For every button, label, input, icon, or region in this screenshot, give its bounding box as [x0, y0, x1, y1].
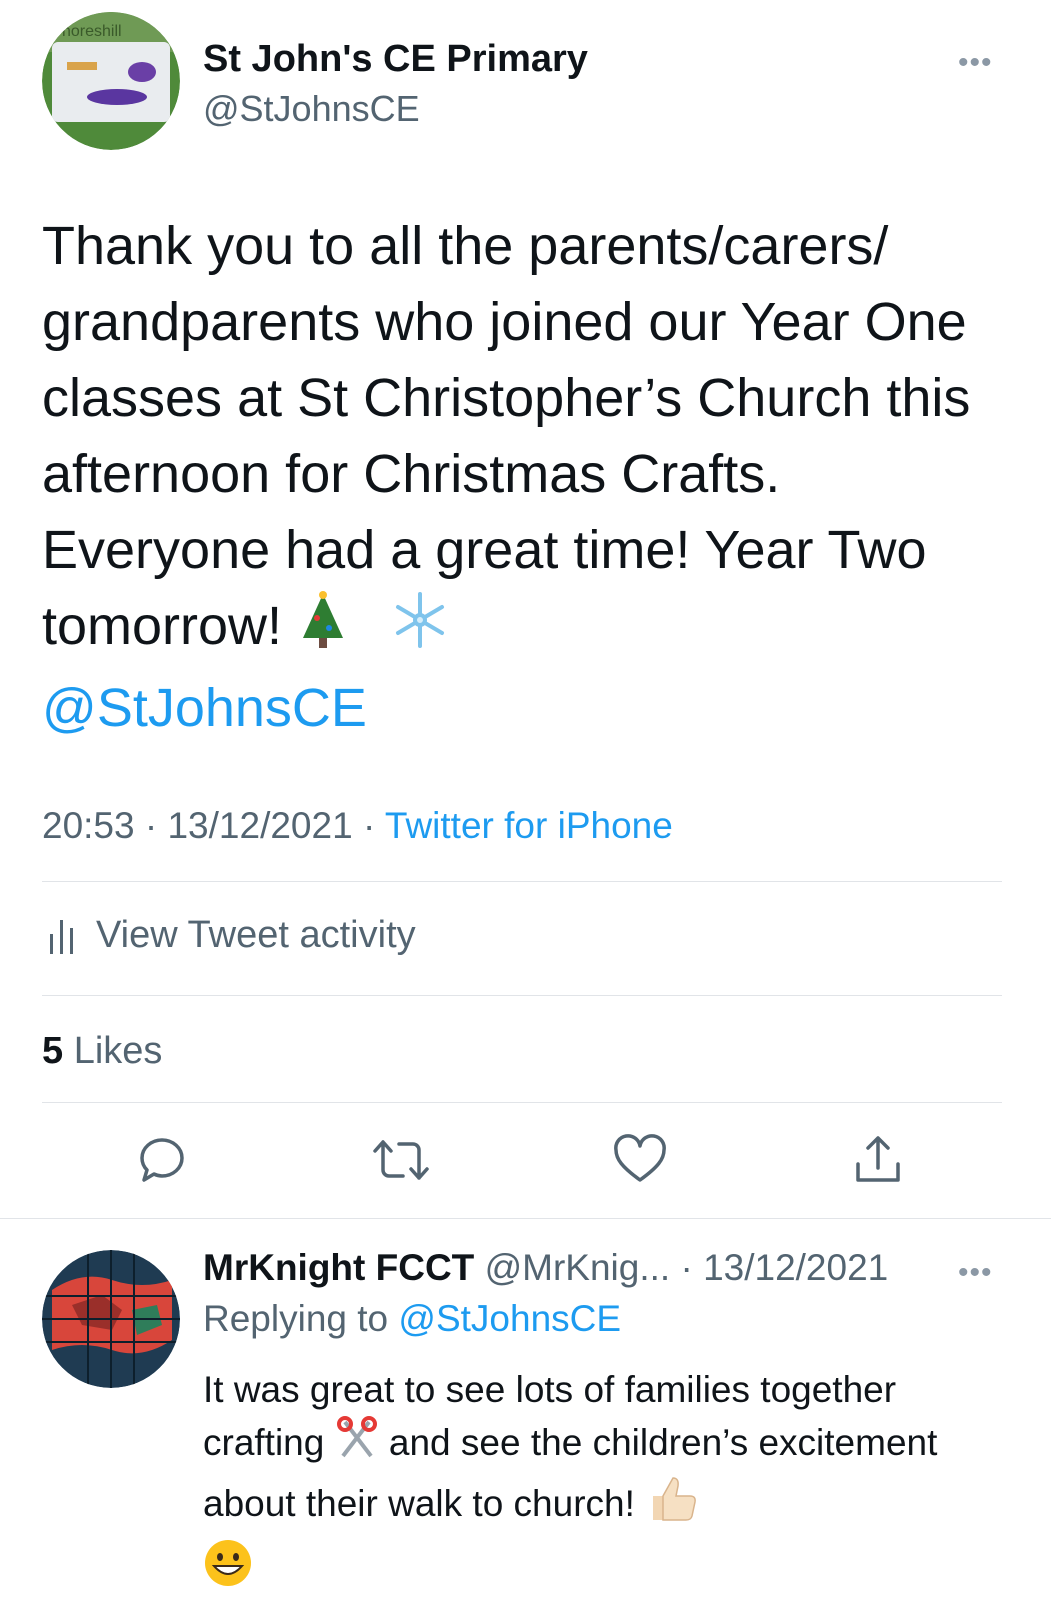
reply-author-avatar[interactable]	[42, 1250, 180, 1388]
reply-text: It was great to see lots of families tog…	[203, 1364, 1003, 1602]
meta-separator: ·	[362, 805, 376, 846]
replying-to: Replying to @StJohnsCE	[203, 1298, 621, 1340]
grinning-face-icon	[203, 1538, 253, 1602]
divider	[42, 1102, 1002, 1103]
reply-author-handle[interactable]: @MrKnig...	[485, 1247, 671, 1288]
likes-count: 5	[42, 1030, 64, 1072]
more-options-icon[interactable]: •••	[958, 48, 993, 78]
retweet-icon[interactable]	[366, 1125, 436, 1195]
divider	[42, 881, 1002, 882]
divider	[0, 1218, 1051, 1219]
divider	[42, 995, 1002, 996]
reply-separator: ·	[680, 1247, 693, 1288]
reply-more-options-icon[interactable]: •••	[958, 1258, 993, 1288]
replying-prefix: Replying to	[203, 1298, 389, 1339]
tweet-meta: 20:53 · 13/12/2021 · Twitter for iPhone	[42, 805, 673, 847]
view-activity-label: View Tweet activity	[96, 914, 416, 956]
view-activity-button[interactable]: View Tweet activity	[48, 914, 416, 957]
reply-header: MrKnight FCCT @MrKnig... · 13/12/2021	[203, 1247, 888, 1289]
author-handle[interactable]: @StJohnsCE	[203, 88, 420, 130]
replying-mention-link[interactable]: @StJohnsCE	[398, 1298, 621, 1339]
reply-icon[interactable]	[127, 1125, 197, 1195]
analytics-icon	[50, 919, 73, 954]
thumbs-up-icon	[645, 1474, 697, 1538]
school-badge-icon: noreshill	[42, 12, 180, 150]
author-name[interactable]: St John's CE Primary	[203, 38, 588, 81]
tweet-date: 13/12/2021	[167, 805, 353, 846]
mention-link[interactable]: @StJohnsCE	[42, 678, 367, 738]
tweet-text: Thank you to all the parents/carers/ gra…	[42, 208, 1022, 746]
tweet-body: Thank you to all the parents/carers/ gra…	[42, 216, 971, 656]
snowflake-icon	[390, 590, 450, 670]
tweet-time: 20:53	[42, 805, 135, 846]
author-avatar[interactable]: noreshill	[42, 12, 180, 150]
likes-label: Likes	[73, 1030, 163, 1072]
share-icon[interactable]	[843, 1125, 913, 1195]
reply-date[interactable]: 13/12/2021	[703, 1247, 888, 1288]
meta-separator: ·	[144, 805, 158, 846]
tweet-source-link[interactable]: Twitter for iPhone	[385, 805, 673, 846]
scissors-icon	[335, 1416, 379, 1474]
reply-author-name[interactable]: MrKnight FCCT	[203, 1247, 474, 1288]
christmas-tree-icon	[297, 590, 349, 670]
globe-map-icon	[42, 1250, 180, 1388]
like-icon[interactable]	[605, 1125, 675, 1195]
svg-text:noreshill: noreshill	[62, 23, 122, 40]
likes-count-link[interactable]: 5 Likes	[42, 1030, 162, 1073]
